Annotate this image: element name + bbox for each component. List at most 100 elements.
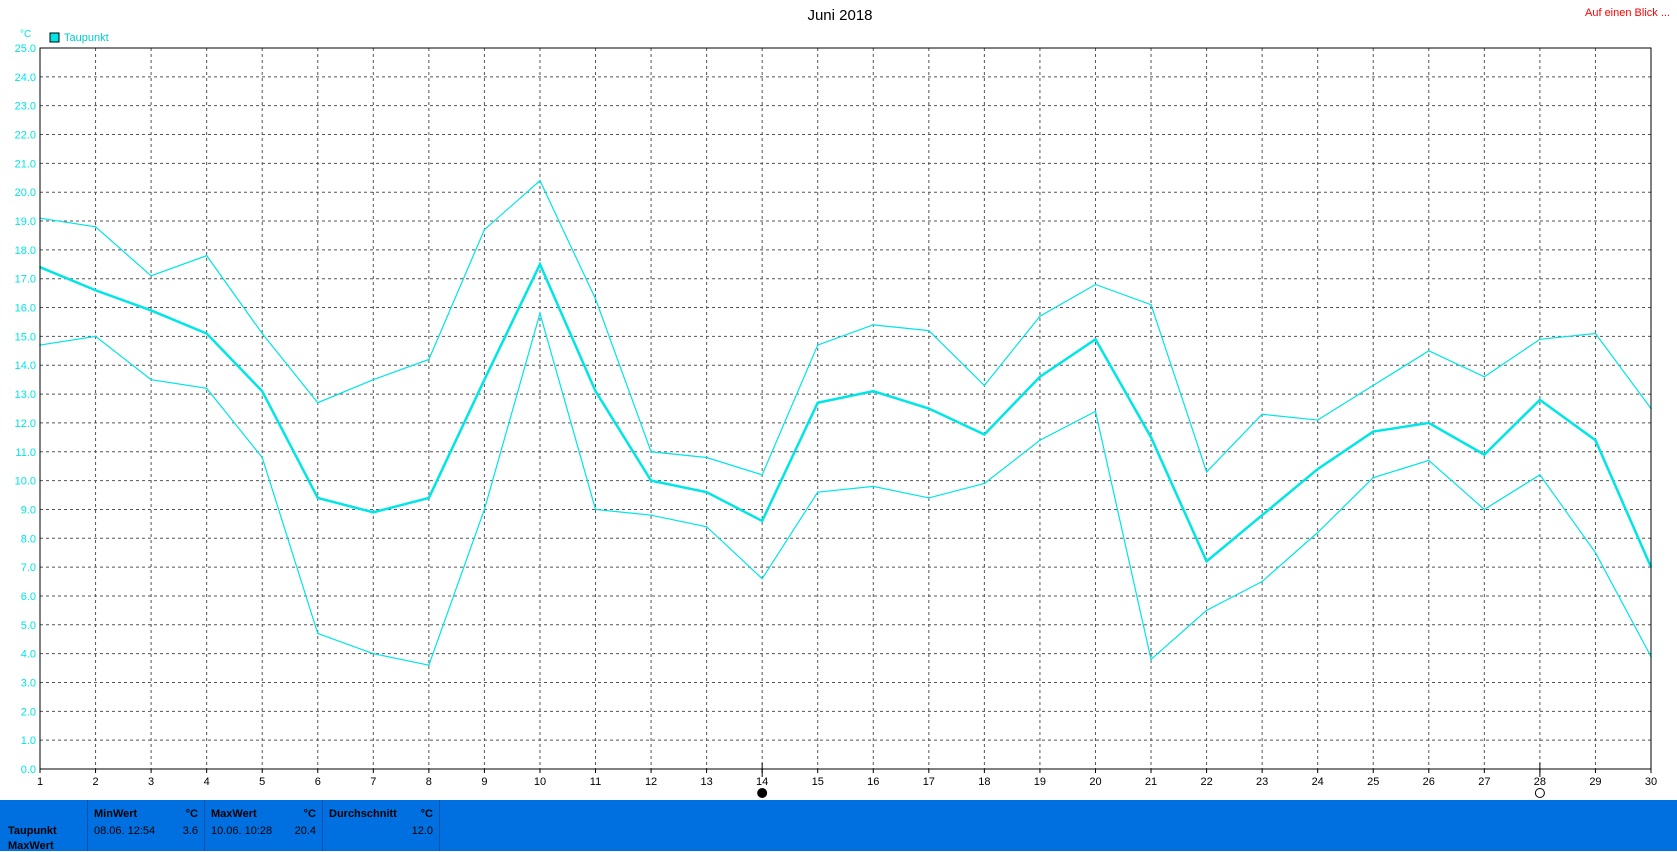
y-tick-label: 19.0 <box>15 216 36 228</box>
data-point-max <box>761 474 763 476</box>
data-point-min <box>150 378 152 381</box>
data-point-avg <box>94 289 97 292</box>
data-point-max <box>205 254 208 257</box>
data-point-max <box>150 275 152 277</box>
avg-value: 12.0 <box>411 825 433 837</box>
min-value: 3.6 <box>182 825 198 837</box>
data-point-min <box>261 456 264 459</box>
data-point-max <box>1316 419 1319 421</box>
data-point-min <box>1316 531 1319 534</box>
y-tick-label: 3.0 <box>21 677 36 689</box>
data-point-min <box>1094 410 1097 413</box>
x-tick-label: 19 <box>1034 776 1046 788</box>
x-tick-label: 3 <box>148 776 154 788</box>
data-point-avg <box>483 378 486 381</box>
data-point-max <box>539 179 541 182</box>
x-tick-label: 4 <box>204 776 210 788</box>
data-point-min <box>928 497 930 499</box>
x-tick-label: 8 <box>426 776 432 788</box>
data-point-avg <box>1483 453 1486 456</box>
data-point-max <box>1372 384 1375 387</box>
data-point-max <box>1427 350 1430 352</box>
min-header: MinWert <box>94 808 138 820</box>
data-point-avg <box>1427 422 1430 424</box>
row-label: Taupunkt <box>8 825 57 837</box>
data-point-avg <box>316 497 319 499</box>
x-tick-label: 16 <box>867 776 879 788</box>
data-point-min <box>205 387 208 390</box>
data-point-min <box>1261 580 1263 583</box>
data-point-avg <box>1150 436 1152 439</box>
x-tick-label: 1 <box>37 776 43 788</box>
data-point-min <box>94 335 97 338</box>
max-cell: MaxWert °C 10.06. 10:28 20.4 <box>205 800 323 851</box>
y-tick-label: 22.0 <box>15 130 36 142</box>
data-point-max <box>1539 338 1541 341</box>
y-tick-label: 13.0 <box>15 389 36 401</box>
series-line-min <box>39 311 1652 666</box>
y-axis: 0.0 1.0 2.0 3.0 4.0 5.0 6.0 7.0 8.0 9.0 10.0 11.0 12… <box>15 43 36 776</box>
x-tick-label: 30 <box>1645 776 1657 788</box>
y-tick-label: 0.0 <box>21 764 36 776</box>
row-label-cell: Taupunkt MaxWert <box>0 800 88 852</box>
x-tick-label: 9 <box>481 776 487 788</box>
data-point-max <box>483 228 486 231</box>
x-tick-label: 15 <box>812 776 824 788</box>
data-point-avg <box>372 511 375 514</box>
data-point-min <box>428 664 430 666</box>
data-point-min <box>1039 439 1041 442</box>
x-axis: 1 2 3 4 5 6 7 8 9 10 11 12 13 14 15 16 17 18 19 20 21 22 23 24 2… <box>37 769 1657 788</box>
data-point-max <box>650 450 652 453</box>
x-tick-label: 28 <box>1534 776 1546 788</box>
y-tick-label: 10.0 <box>15 476 36 488</box>
y-tick-label: 15.0 <box>15 331 36 343</box>
y-tick-label: 14.0 <box>15 360 36 372</box>
data-point-max <box>983 384 986 387</box>
new-moon-icon <box>1534 788 1545 798</box>
x-tick-label: 22 <box>1200 776 1212 788</box>
y-unit-label: °C <box>20 29 31 40</box>
max-unit: °C <box>303 808 316 820</box>
y-tick-label: 24.0 <box>15 72 36 84</box>
max-header: MaxWert <box>211 808 257 820</box>
x-tick-label: 27 <box>1478 776 1490 788</box>
dewpoint-chart: Juni 2018 Auf einen Blick ... °C Taupunk… <box>15 7 1670 798</box>
data-point-max <box>1039 315 1041 318</box>
data-point-max <box>261 332 264 335</box>
data-point-max <box>1094 283 1097 286</box>
statistics-bar: Taupunkt MaxWert MinWert °C 08.06. 12:54… <box>0 800 1677 852</box>
x-tick-label: 25 <box>1367 776 1379 788</box>
data-point-min <box>316 632 319 635</box>
avg-header: Durchschnitt <box>329 808 397 820</box>
x-tick-label: 24 <box>1312 776 1324 788</box>
data-point-max <box>428 358 430 361</box>
data-point-min <box>1594 551 1597 554</box>
data-point-avg <box>150 309 152 312</box>
data-point-avg <box>205 332 208 335</box>
data-point-min <box>650 514 652 517</box>
avg-cell: Durchschnitt °C 12.0 <box>323 800 440 851</box>
data-point-max <box>1150 303 1152 306</box>
y-tick-label: 25.0 <box>15 43 36 55</box>
data-point-avg <box>261 390 264 392</box>
grid <box>40 48 1651 769</box>
overview-link[interactable]: Auf einen Blick ... <box>1585 7 1670 19</box>
data-point-avg <box>1594 439 1597 442</box>
data-point-min <box>816 491 819 493</box>
data-point-avg <box>705 491 708 493</box>
x-tick-label: 21 <box>1145 776 1157 788</box>
row-label-2: MaxWert <box>8 840 54 852</box>
data-point-min <box>983 482 986 485</box>
y-tick-label: 18.0 <box>15 245 36 257</box>
x-tick-label: 13 <box>700 776 712 788</box>
y-tick-label: 20.0 <box>15 187 36 199</box>
data-point-min <box>483 508 486 511</box>
data-point-avg <box>1205 560 1208 563</box>
data-point-avg <box>761 520 763 522</box>
y-tick-label: 23.0 <box>15 101 36 113</box>
x-tick-label: 29 <box>1589 776 1601 788</box>
y-tick-label: 6.0 <box>21 591 36 603</box>
data-point-avg <box>428 497 430 499</box>
series-line-avg <box>39 261 1653 568</box>
data-point-avg <box>872 390 875 392</box>
